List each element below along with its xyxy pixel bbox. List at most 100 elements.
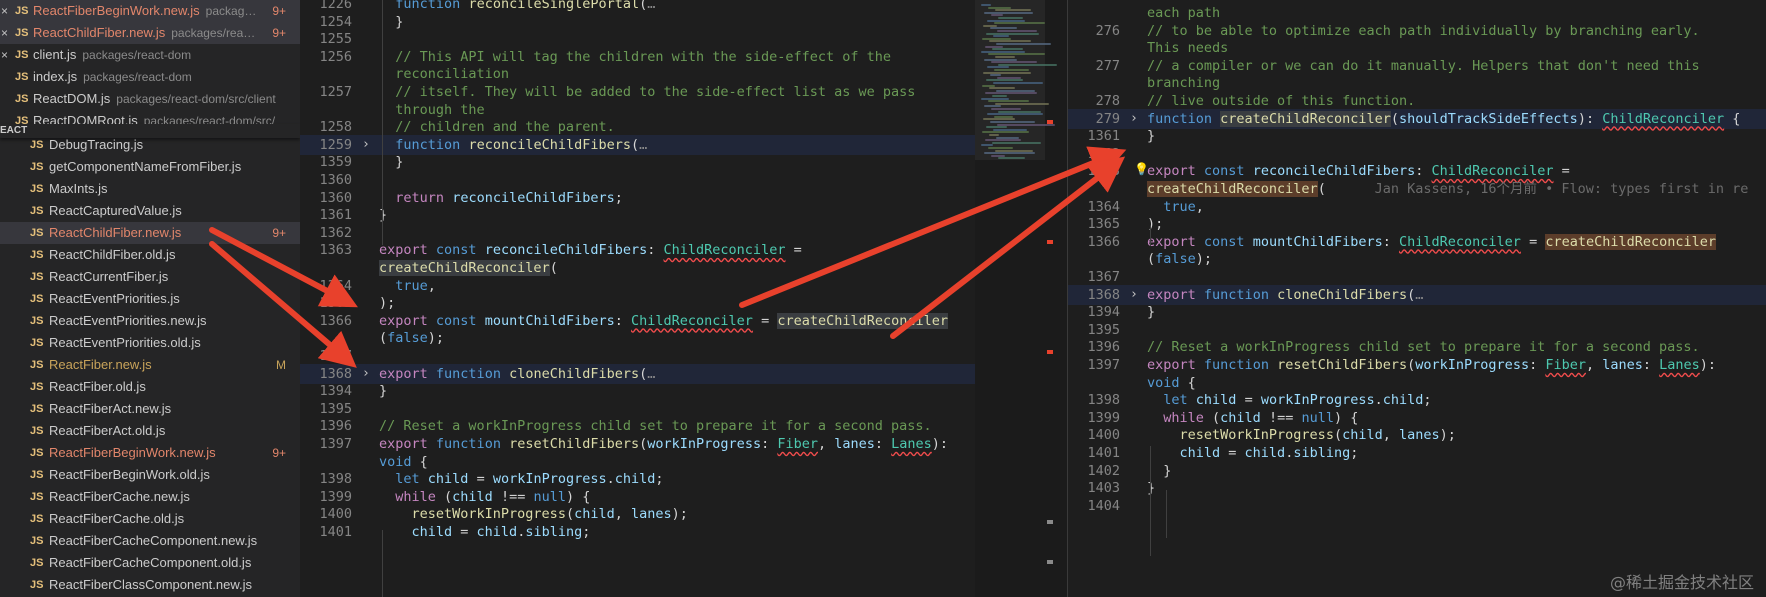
- code-token: reconcileChildFibers: [468, 136, 631, 153]
- js-file-icon: JS: [15, 27, 29, 39]
- indent-guide: [382, 530, 383, 597]
- file-tree-item[interactable]: JS MaxInts.js: [0, 178, 300, 200]
- open-editor-item[interactable]: JS ReactDOM.js packages/react-dom/src/clie…: [0, 88, 300, 110]
- file-name: ReactFiberCache.new.js: [49, 489, 190, 504]
- code-token: }: [379, 207, 388, 224]
- code-line[interactable]: 1401 child = child.sibling;: [300, 522, 975, 542]
- file-tree-item[interactable]: JS ReactFiberAct.old.js: [0, 420, 300, 442]
- code-token: workInProgress: [492, 471, 607, 488]
- code-token: =: [785, 242, 802, 259]
- minimap-line: [981, 4, 991, 6]
- code-token: cloneChildFibers: [1277, 286, 1408, 303]
- file-tree-item[interactable]: JS getComponentNameFromFiber.js: [0, 156, 300, 178]
- code-token: function: [395, 136, 461, 153]
- left-editor-pane[interactable]: 1226 function reconcileSinglePortal(… 125…: [300, 0, 975, 597]
- file-tree-item[interactable]: JS ReactChildFiber.new.js 9+: [0, 222, 300, 244]
- code-token: workInProgress: [647, 436, 762, 452]
- code-token: Fiber: [1545, 357, 1586, 373]
- open-editor-item[interactable]: × JS ReactChildFiber.new.js packages/rea… 9+: [0, 22, 300, 44]
- file-path: packages/react-dom: [83, 70, 192, 84]
- close-icon[interactable]: ×: [1, 0, 11, 22]
- code-token: ;: [614, 189, 623, 206]
- open-editor-name: ReactChildFiber.new.js packages/rea…: [33, 22, 255, 44]
- problems-badge: 9+: [272, 226, 286, 240]
- file-tree-item[interactable]: JS ReactEventPriorities.old.js: [0, 332, 300, 354]
- code-token: Fiber: [777, 436, 818, 452]
- code-line[interactable]: 1404: [1068, 496, 1766, 516]
- file-tree-item[interactable]: JS ReactEventPriorities.new.js: [0, 310, 300, 332]
- code-token: (: [1147, 251, 1156, 268]
- file-tree-item[interactable]: JS ReactChildFiber.old.js: [0, 244, 300, 266]
- file-name: ReactEventPriorities.old.js: [49, 335, 201, 350]
- minimap[interactable]: [975, 0, 1068, 597]
- js-file-icon: JS: [30, 161, 44, 173]
- minimap-line: [998, 17, 1023, 19]
- code-token: shouldTrackSideEffects: [1399, 110, 1578, 127]
- code-token: ,: [1195, 198, 1204, 215]
- open-editor-item[interactable]: × JS ReactFiberBeginWork.new.js packag… 9+: [0, 0, 300, 22]
- code-token: export: [379, 365, 428, 382]
- file-tree-item[interactable]: JS ReactFiberBeginWork.old.js: [0, 464, 300, 486]
- code-token: :: [874, 436, 892, 452]
- open-editor-name: client.js packages/react-dom: [33, 44, 191, 66]
- file-name: ReactFiberAct.old.js: [49, 423, 166, 438]
- file-tree-item[interactable]: JS ReactFiberClassComponent.new.js: [0, 574, 300, 596]
- code-token: createChildReconciler: [777, 312, 949, 329]
- code-token: reconciliation: [379, 66, 510, 83]
- code-token: =: [1236, 392, 1261, 409]
- code-token: ChildReconciler: [663, 242, 786, 259]
- code-token: function: [1203, 357, 1269, 373]
- file-name: ReactChildFiber.new.js: [49, 225, 182, 240]
- code-token: );: [379, 295, 396, 312]
- file-name: ReactFiberBeginWork.new.js: [49, 445, 216, 460]
- code-token: reconcileChildFibers: [1252, 163, 1416, 180]
- minimap-line: [994, 69, 1029, 71]
- code-token: ,: [1585, 357, 1603, 373]
- file-name: ReactChildFiber.old.js: [49, 247, 176, 262]
- file-tree-item[interactable]: JS ReactFiberBeginWork.new.js 9+: [0, 442, 300, 464]
- minimap-line: [989, 134, 999, 136]
- close-icon[interactable]: ×: [1, 44, 11, 66]
- file-tree-item[interactable]: JS ReactFiberCache.old.js: [0, 508, 300, 530]
- code-token: child: [452, 488, 493, 505]
- file-tree-item[interactable]: JS ReactFiberAct.new.js: [0, 398, 300, 420]
- file-tree-item[interactable]: JS ReactCurrentFiber.js: [0, 266, 300, 288]
- problems-badge: 9+: [272, 4, 286, 18]
- file-tree-item[interactable]: JS ReactFiber.old.js: [0, 376, 300, 398]
- open-editor-item[interactable]: JS ReactDOMRoot.js packages/react-dom/src/: [0, 110, 300, 124]
- close-icon[interactable]: ×: [1, 22, 11, 44]
- file-tree-item[interactable]: JS ReactFiberCacheComponent.new.js: [0, 530, 300, 552]
- code-token: resetWorkInProgress: [1179, 427, 1334, 444]
- code-token: void: [379, 453, 412, 470]
- file-path: packages/react-dom: [82, 48, 192, 62]
- file-tree-item[interactable]: JS ReactEventPriorities.js: [0, 288, 300, 310]
- file-tree-item[interactable]: JS ReactCapturedValue.js: [0, 200, 300, 222]
- code-token: void: [1147, 374, 1180, 391]
- file-name: ReactFiber.new.js: [49, 357, 152, 372]
- code-token: export: [379, 312, 428, 329]
- code-token: mountChildFibers: [1252, 233, 1383, 250]
- open-editor-item[interactable]: × JS client.js packages/react-dom: [0, 44, 300, 66]
- js-file-icon: JS: [30, 293, 44, 305]
- js-file-icon: JS: [30, 513, 44, 525]
- lightbulb-icon[interactable]: 💡: [1134, 162, 1149, 176]
- right-editor-pane[interactable]: each path 276// to be able to optimize ea…: [1068, 0, 1766, 597]
- code-text: child = child.sibling;: [379, 522, 591, 542]
- file-tree-item[interactable]: JS DebugTracing.js: [0, 134, 300, 156]
- file-tree-item[interactable]: JS ReactFiberCache.new.js: [0, 486, 300, 508]
- file-tree-item[interactable]: JS ReactFiber.new.js M: [0, 354, 300, 376]
- file-name: ReactCapturedValue.js: [49, 203, 182, 218]
- code-token: ,: [817, 436, 835, 452]
- code-token: createChildReconciler: [1545, 233, 1717, 250]
- open-editor-item[interactable]: JS index.js packages/react-dom: [0, 66, 300, 88]
- file-tree-item[interactable]: JS ReactFiberCacheComponent.old.js: [0, 552, 300, 574]
